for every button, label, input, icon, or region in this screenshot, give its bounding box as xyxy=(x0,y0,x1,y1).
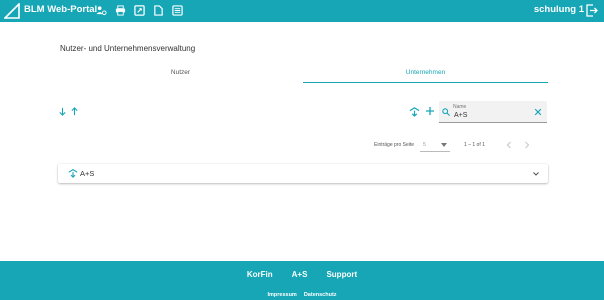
search-field[interactable]: Name A+S xyxy=(439,101,547,123)
previous-page-icon[interactable] xyxy=(505,141,513,149)
logo-icon[interactable] xyxy=(4,3,20,19)
company-name: A+S xyxy=(80,169,95,178)
tab-nutzer[interactable]: Nutzer xyxy=(58,66,303,83)
logout-icon[interactable] xyxy=(586,4,598,17)
expand-chevron-icon[interactable] xyxy=(532,170,540,178)
footer-legal-links: Impressum Datenschutz xyxy=(0,292,604,298)
top-bar: BLM Web-Portal schulung 1 xyxy=(0,0,604,22)
list-icon[interactable] xyxy=(171,4,184,17)
search-input[interactable]: A+S xyxy=(454,112,467,119)
company-add-icon[interactable] xyxy=(409,106,420,117)
footer-link-datenschutz[interactable]: Datenschutz xyxy=(304,292,337,298)
next-page-icon[interactable] xyxy=(523,141,531,149)
search-label: Name xyxy=(453,104,467,110)
chevron-down-icon xyxy=(441,142,448,147)
print-icon[interactable] xyxy=(114,4,127,17)
dashboard-icon[interactable] xyxy=(133,4,146,17)
footer-link-support[interactable]: Support xyxy=(326,270,357,279)
footer-link-korfin[interactable]: KorFin xyxy=(247,270,273,279)
tab-bar: Nutzer Unternehmen xyxy=(58,66,548,83)
footer-link-as[interactable]: A+S xyxy=(292,270,308,279)
page-range: 1 – 1 of 1 xyxy=(464,142,485,148)
footer: KorFin A+S Support Impressum Datenschutz xyxy=(0,261,604,300)
per-page-value: 5 xyxy=(423,141,426,148)
sort-descending-icon[interactable] xyxy=(58,107,67,116)
page-title: Nutzer- und Unternehmensverwaltung xyxy=(60,44,196,53)
tab-unternehmen[interactable]: Unternehmen xyxy=(303,66,548,83)
user-name[interactable]: schulung 1 xyxy=(534,4,584,15)
sort-controls xyxy=(58,107,79,116)
users-admin-icon[interactable] xyxy=(95,4,108,17)
clear-icon[interactable] xyxy=(534,108,542,116)
search-icon xyxy=(442,108,450,116)
sort-ascending-icon[interactable] xyxy=(70,107,79,116)
brand-title[interactable]: BLM Web-Portal xyxy=(24,4,97,15)
per-page-label: Einträge pro Seite xyxy=(374,142,415,148)
paginator: Einträge pro Seite 5 1 – 1 of 1 xyxy=(374,138,541,152)
document-icon[interactable] xyxy=(152,4,165,17)
footer-link-impressum[interactable]: Impressum xyxy=(267,292,296,298)
toolbar xyxy=(409,106,435,117)
nav-icons xyxy=(95,4,184,17)
company-list-item[interactable]: A+S xyxy=(58,164,548,183)
add-icon[interactable] xyxy=(425,106,435,116)
footer-links: KorFin A+S Support xyxy=(0,270,604,279)
per-page-select[interactable]: 5 xyxy=(420,138,451,152)
company-icon xyxy=(68,169,78,178)
